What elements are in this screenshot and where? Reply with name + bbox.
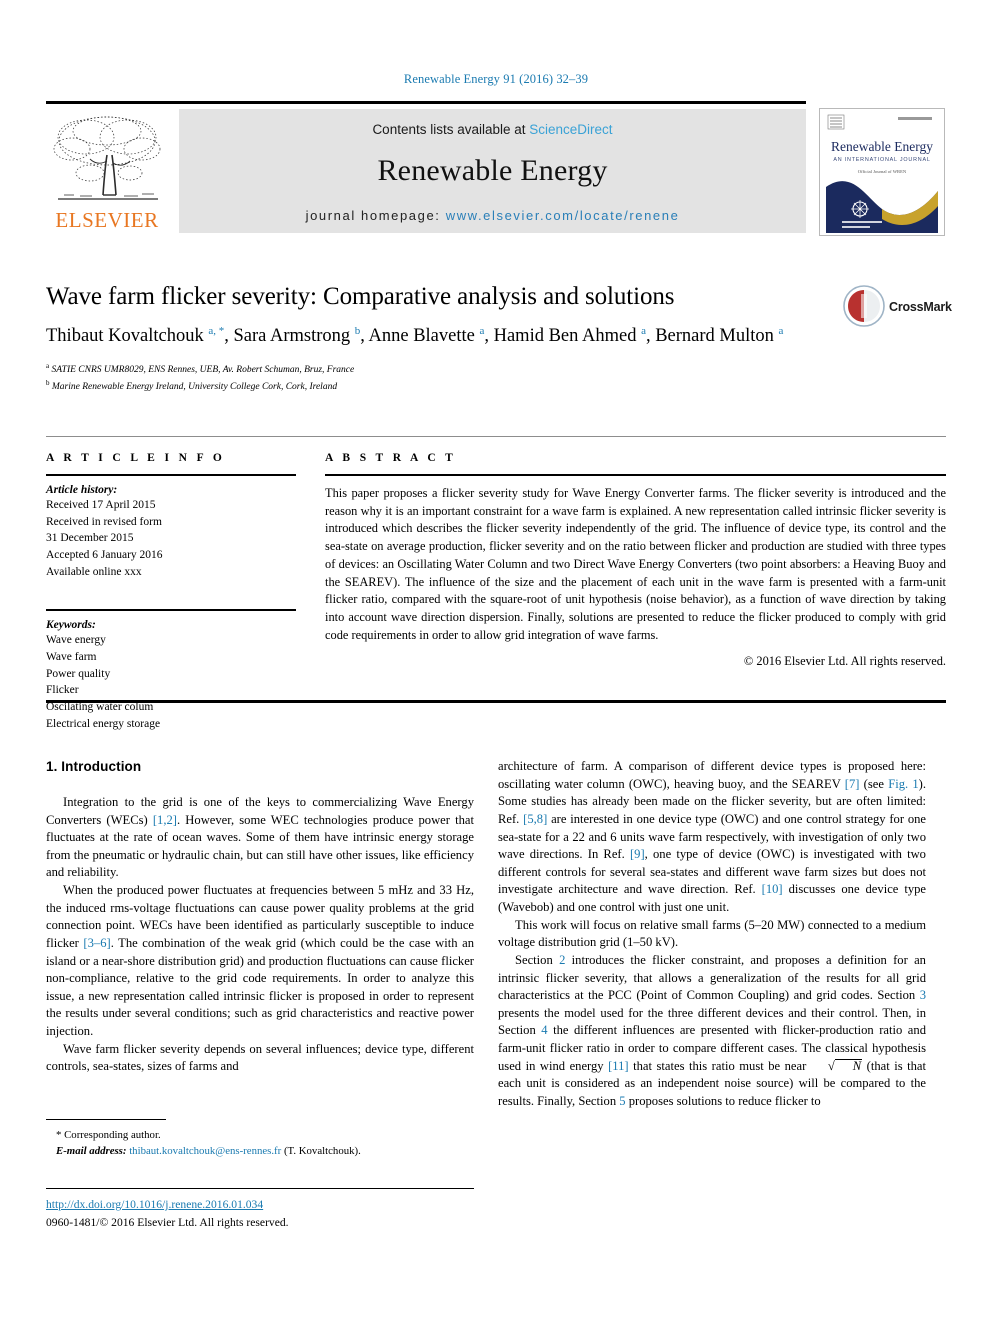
body-column-left: 1. Introduction Integration to the grid … xyxy=(46,758,474,1076)
history-item: Accepted 6 January 2016 xyxy=(46,549,163,562)
body-paragraph: Wave farm flicker severity depends on se… xyxy=(46,1041,474,1074)
elsevier-wordmark: ELSEVIER xyxy=(55,208,159,232)
body-paragraph: Integration to the grid is one of the ke… xyxy=(46,794,474,880)
abstract-copyright: © 2016 Elsevier Ltd. All rights reserved… xyxy=(743,653,946,668)
email-line: E-mail address: thibaut.kovaltchouk@ens-… xyxy=(46,1143,474,1159)
keywords-list: Wave energy Wave farm Power quality Flic… xyxy=(46,632,296,732)
article-info-heading: A R T I C L E I N F O xyxy=(46,452,226,464)
affiliation-text-a: SATIE CNRS UMR8029, ENS Rennes, UEB, Av.… xyxy=(51,365,355,376)
doi-link[interactable]: http://dx.doi.org/10.1016/j.renene.2016.… xyxy=(46,1197,474,1213)
body-paragraph: This work will focus on relative small f… xyxy=(498,917,926,950)
affiliation-marker-b: b xyxy=(46,378,50,387)
elsevier-tree-icon xyxy=(50,111,164,207)
corresponding-author-line: * Corresponding author. xyxy=(56,1129,161,1141)
contents-prefix: Contents lists available at xyxy=(372,122,530,137)
journal-homepage-line: journal homepage: www.elsevier.com/locat… xyxy=(179,208,806,223)
footer-rule xyxy=(46,1188,474,1189)
keyword-item: Wave energy xyxy=(46,634,106,647)
keyword-item: Power quality xyxy=(46,667,111,680)
journal-masthead: ELSEVIER Contents lists available at Sci… xyxy=(46,101,946,236)
crossmark-badge[interactable]: CrossMark xyxy=(843,283,952,331)
author-list: Thibaut Kovaltchouk a, *, Sara Armstrong… xyxy=(46,324,784,346)
body-paragraph: When the produced power fluctuates at fr… xyxy=(46,883,474,1039)
info-bottom-rule xyxy=(46,700,946,703)
keywords-rule xyxy=(46,609,296,612)
abstract-text: This paper proposes a flicker severity s… xyxy=(325,486,946,642)
section-heading-introduction: 1. Introduction xyxy=(46,759,142,774)
masthead-top-rule xyxy=(46,101,806,104)
journal-title: Renewable Energy xyxy=(377,154,608,187)
paper-title: Wave farm flicker severity: Comparative … xyxy=(46,283,675,310)
affiliation-b: b Marine Renewable Energy Ireland, Unive… xyxy=(46,378,946,395)
svg-text:Official Journal of WREN: Official Journal of WREN xyxy=(858,169,907,174)
corresponding-author-footnote: * Corresponding author. E-mail address: … xyxy=(46,1119,474,1159)
history-item: Received in revised form xyxy=(46,515,162,528)
paper-page: Renewable Energy 91 (2016) 32–39 ELSEVIE… xyxy=(0,0,992,1323)
crossmark-label: CrossMark xyxy=(889,300,952,314)
keywords-label: Keywords: xyxy=(46,619,96,632)
running-head: Renewable Energy 91 (2016) 32–39 xyxy=(403,72,589,86)
email-label: E-mail address: xyxy=(56,1145,127,1158)
affiliation-marker-a: a xyxy=(46,362,50,371)
article-history-label: Article history: xyxy=(46,484,118,496)
elsevier-logo: ELSEVIER xyxy=(46,109,168,233)
affiliation-list: a SATIE CNRS UMR8029, ENS Rennes, UEB, A… xyxy=(46,361,946,395)
body-paragraph: Section 2 introduces the flicker constra… xyxy=(498,952,927,1108)
page-footer: http://dx.doi.org/10.1016/j.renene.2016.… xyxy=(46,1188,474,1231)
abstract-rule xyxy=(325,474,946,476)
email-suffix: (T. Kovaltchouk). xyxy=(283,1145,361,1158)
svg-text:Renewable Energy: Renewable Energy xyxy=(831,139,933,154)
affiliation-a: a SATIE CNRS UMR8029, ENS Rennes, UEB, A… xyxy=(46,361,946,378)
svg-text:AN INTERNATIONAL JOURNAL: AN INTERNATIONAL JOURNAL xyxy=(833,157,930,163)
contents-panel: Contents lists available at ScienceDirec… xyxy=(179,109,806,233)
history-item: Available online xxx xyxy=(46,565,142,578)
abstract-heading: A B S T R A C T xyxy=(325,452,457,464)
homepage-prefix: journal homepage: xyxy=(305,208,446,223)
crossmark-icon xyxy=(843,285,885,327)
history-item: Received 17 April 2015 xyxy=(46,499,156,511)
body-paragraph: architecture of farm. A comparison of di… xyxy=(498,759,927,914)
keyword-item: Flicker xyxy=(46,684,79,697)
article-history-list: Received 17 April 2015 Received in revis… xyxy=(46,497,296,580)
title-block: Wave farm flicker severity: Comparative … xyxy=(46,282,946,395)
journal-cover-thumbnail: Renewable Energy AN INTERNATIONAL JOURNA… xyxy=(819,108,945,236)
article-info-rule xyxy=(46,474,296,476)
issn-copyright: 0960-1481/© 2016 Elsevier Ltd. All right… xyxy=(46,1216,289,1230)
affiliation-text-b: Marine Renewable Energy Ireland, Univers… xyxy=(51,382,338,393)
keyword-item: Wave farm xyxy=(46,651,97,664)
info-top-rule xyxy=(46,436,946,437)
email-link[interactable]: thibaut.kovaltchouk@ens-rennes.fr xyxy=(129,1145,281,1157)
abstract-column: A B S T R A C T This paper proposes a fl… xyxy=(325,452,946,669)
body-column-right: architecture of farm. A comparison of di… xyxy=(498,758,926,1111)
contents-line: Contents lists available at ScienceDirec… xyxy=(179,122,806,137)
history-item: 31 December 2015 xyxy=(46,532,134,545)
article-info-column: A R T I C L E I N F O Article history: R… xyxy=(46,452,296,732)
footnote-rule xyxy=(46,1119,166,1120)
keyword-item: Electrical energy storage xyxy=(46,717,161,730)
homepage-url-link[interactable]: www.elsevier.com/locate/renene xyxy=(446,208,680,223)
sciencedirect-link[interactable]: ScienceDirect xyxy=(529,122,612,137)
